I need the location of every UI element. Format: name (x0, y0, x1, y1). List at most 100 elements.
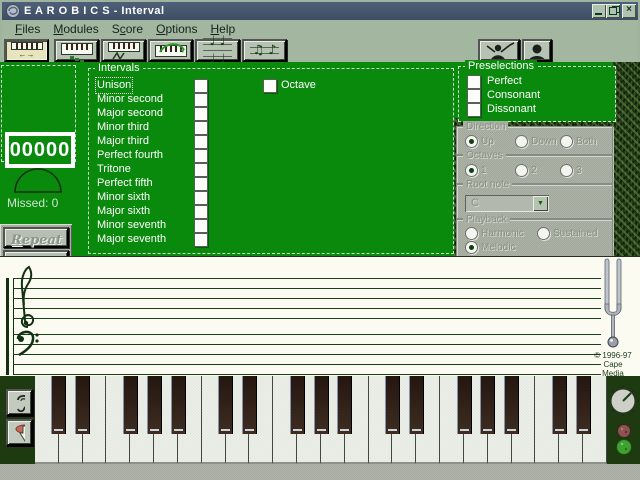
close-button[interactable]: × (622, 4, 636, 18)
staff-line (13, 344, 601, 345)
intervals-group: Intervals UnisonMinor secondMajor second… (88, 68, 454, 254)
black-key-after-white-8[interactable] (242, 376, 257, 434)
interval-checkbox-major-third[interactable] (194, 135, 208, 149)
title-bar[interactable]: E A R O B I C S - Interval × (2, 2, 638, 20)
intervals-group-label: Intervals (95, 62, 143, 74)
piano-icon (61, 43, 93, 55)
interval-checkbox-unison[interactable] (194, 79, 208, 93)
volume-knob-icon[interactable] (606, 384, 640, 420)
octave-label: Octave (281, 79, 316, 92)
menu-bar: FilesModulesScoreOptionsHelp (2, 20, 638, 37)
interval-label-major-sixth: Major sixth (97, 205, 150, 218)
treble-clef-icon (15, 265, 41, 331)
staff-barline (13, 278, 14, 375)
black-key-after-white-18[interactable] (480, 376, 495, 434)
playback-label-melodic: Melodic (481, 242, 515, 253)
black-key-after-white-21[interactable] (552, 376, 567, 434)
interval-checkbox-major-second[interactable] (194, 107, 208, 121)
chevron-down-icon[interactable]: ▼ (533, 196, 548, 211)
scale-steps-icon (70, 56, 74, 59)
black-key-after-white-5[interactable] (171, 376, 186, 434)
black-key-after-white-7[interactable] (218, 376, 233, 434)
black-key-after-white-17[interactable] (457, 376, 472, 434)
repeat-button[interactable]: Repeat (3, 227, 69, 248)
menu-item-score[interactable]: Score (112, 22, 143, 36)
red-indicator-icon[interactable] (616, 423, 632, 439)
preselection-label-perfect: Perfect (487, 75, 522, 88)
black-key-after-white-3[interactable] (123, 376, 138, 434)
black-key-after-white-22[interactable] (576, 376, 591, 434)
octaves-radio-3[interactable] (560, 164, 573, 177)
black-key-after-white-4[interactable] (147, 376, 162, 434)
chord-marks-icon (111, 52, 137, 59)
direction-radio-up[interactable] (465, 135, 478, 148)
staff-bracket (6, 278, 9, 375)
app-window: E A R O B I C S - Interval × Files Module… (0, 0, 640, 480)
black-key-after-white-10[interactable] (290, 376, 305, 434)
direction-radio-down[interactable] (515, 135, 528, 148)
interval-checkbox-perfect-fourth[interactable] (194, 149, 208, 163)
interval-checkbox-perfect-fifth[interactable] (194, 177, 208, 191)
direction-radio-both[interactable] (560, 135, 573, 148)
black-key-after-white-15[interactable] (409, 376, 424, 434)
restore-button[interactable] (606, 4, 620, 18)
toolbar-module-chords-button[interactable] (101, 39, 146, 62)
black-key-after-white-0[interactable] (51, 376, 66, 434)
conductor-button[interactable] (478, 39, 520, 62)
beamed-notes-icon: ♫ ♪ (250, 42, 278, 60)
minimize-button[interactable] (592, 4, 606, 18)
toolbar-module-melody-button[interactable] (148, 39, 193, 62)
preselections-group-label: Preselections (465, 60, 537, 72)
preselection-label-dissonant: Dissonant (487, 103, 536, 116)
toolbar-module-rhythm-button[interactable]: ♩ ♩ ♩ ♩ (195, 39, 240, 62)
black-key-after-white-14[interactable] (385, 376, 400, 434)
playback-radio-sustained[interactable] (537, 227, 550, 240)
toolbar: ←→ ♩ ♩ ♩ ♩ ♫ ♪ UNREGISTERET (2, 37, 638, 62)
octaves-radio-1[interactable] (465, 164, 478, 177)
octaves-radio-2[interactable] (515, 164, 528, 177)
playback-radio-melodic[interactable] (465, 241, 478, 254)
interval-checkbox-minor-second[interactable] (194, 93, 208, 107)
staff-line (13, 308, 601, 309)
interval-checkbox-tritone[interactable] (194, 163, 208, 177)
root-note-dropdown[interactable]: C ▼ (465, 195, 549, 212)
interval-checkbox-minor-third[interactable] (194, 121, 208, 135)
black-key-after-white-19[interactable] (504, 376, 519, 434)
profile-button[interactable] (522, 39, 552, 62)
green-indicator-icon[interactable] (615, 438, 633, 456)
minimize-icon (595, 13, 602, 15)
main-panel: 00000 Missed: 0 Repeat Show me! Start In… (0, 62, 640, 256)
black-key-after-white-1[interactable] (75, 376, 90, 434)
direction-label-both: Both (576, 136, 597, 147)
menu-item-options[interactable]: Options (156, 22, 197, 36)
play-hand-button[interactable] (6, 419, 33, 446)
toolbar-module-notation-button[interactable]: ♫ ♪ (242, 39, 287, 62)
interval-checkbox-major-sixth[interactable] (194, 205, 208, 219)
playback-radio-harmonic[interactable] (465, 227, 478, 240)
toolbar-module-intervals-button[interactable]: ←→ (4, 39, 49, 62)
menu-item-modules[interactable]: Modules (53, 22, 98, 36)
staff-line (13, 374, 601, 375)
octaves-label-1: 1 (481, 165, 487, 176)
listen-button[interactable] (6, 389, 33, 416)
root-note-value: C (471, 197, 479, 209)
black-key-after-white-11[interactable] (314, 376, 329, 434)
preselection-checkbox-perfect[interactable] (467, 75, 481, 89)
interval-label-minor-second: Minor second (97, 93, 163, 106)
black-key-after-white-12[interactable] (337, 376, 352, 434)
preselection-label-consonant: Consonant (487, 89, 540, 102)
score-gauge-arc (12, 166, 66, 194)
piano-icon (11, 42, 43, 50)
interval-label-perfect-fifth: Perfect fifth (97, 177, 153, 190)
staff-line (13, 288, 601, 289)
octaves-label-3: 3 (576, 165, 582, 176)
toolbar-module-scales-button[interactable] (54, 39, 99, 62)
menu-item-files[interactable]: Files (15, 22, 40, 36)
interval-checkbox-minor-seventh[interactable] (194, 219, 208, 233)
piano-keyboard (35, 376, 607, 464)
interval-checkbox-major-seventh[interactable] (194, 233, 208, 247)
octave-checkbox[interactable] (263, 79, 277, 93)
interval-checkbox-minor-sixth[interactable] (194, 191, 208, 205)
preselection-checkbox-consonant[interactable] (467, 89, 481, 103)
preselection-checkbox-dissonant[interactable] (467, 103, 481, 117)
